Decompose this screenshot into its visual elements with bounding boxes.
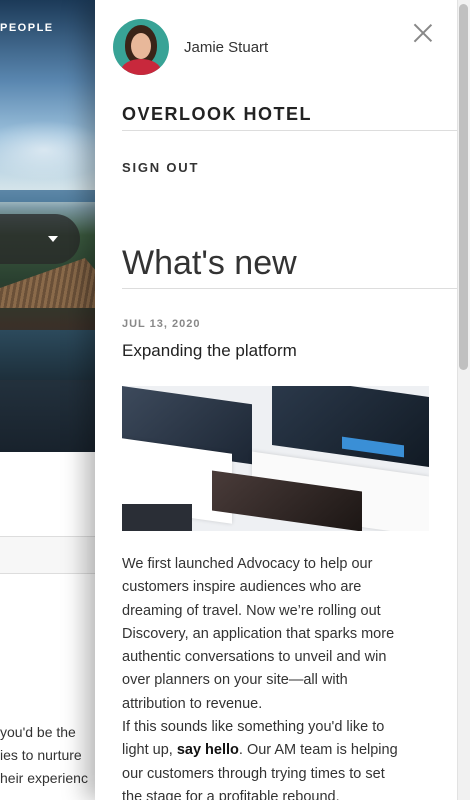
scrollbar-thumb[interactable] [459,4,468,370]
whats-new-heading: What's new [122,244,297,282]
user-name: Jamie Stuart [184,39,269,56]
article-title[interactable]: Expanding the platform [122,341,297,361]
hero-dropdown[interactable] [0,214,80,264]
chevron-down-icon [48,236,58,242]
divider [122,288,457,289]
avatar[interactable] [113,19,169,75]
sign-out-link[interactable]: SIGN OUT [122,160,199,175]
close-icon[interactable] [410,21,436,45]
hero-label: PEOPLE [0,22,54,34]
say-hello-link[interactable]: say hello [177,742,239,758]
article-body: We first launched Advocacy to help our c… [122,556,398,800]
article-date: JUL 13, 2020 [122,318,201,330]
background-text: you'd be the ies to nurture heir experie… [0,724,88,786]
divider [122,130,457,131]
hotel-name[interactable]: OVERLOOK HOTEL [122,104,312,125]
account-drawer: Jamie Stuart OVERLOOK HOTEL SIGN OUT Wha… [95,0,470,800]
background-divider [0,536,110,574]
article-image [122,386,429,531]
